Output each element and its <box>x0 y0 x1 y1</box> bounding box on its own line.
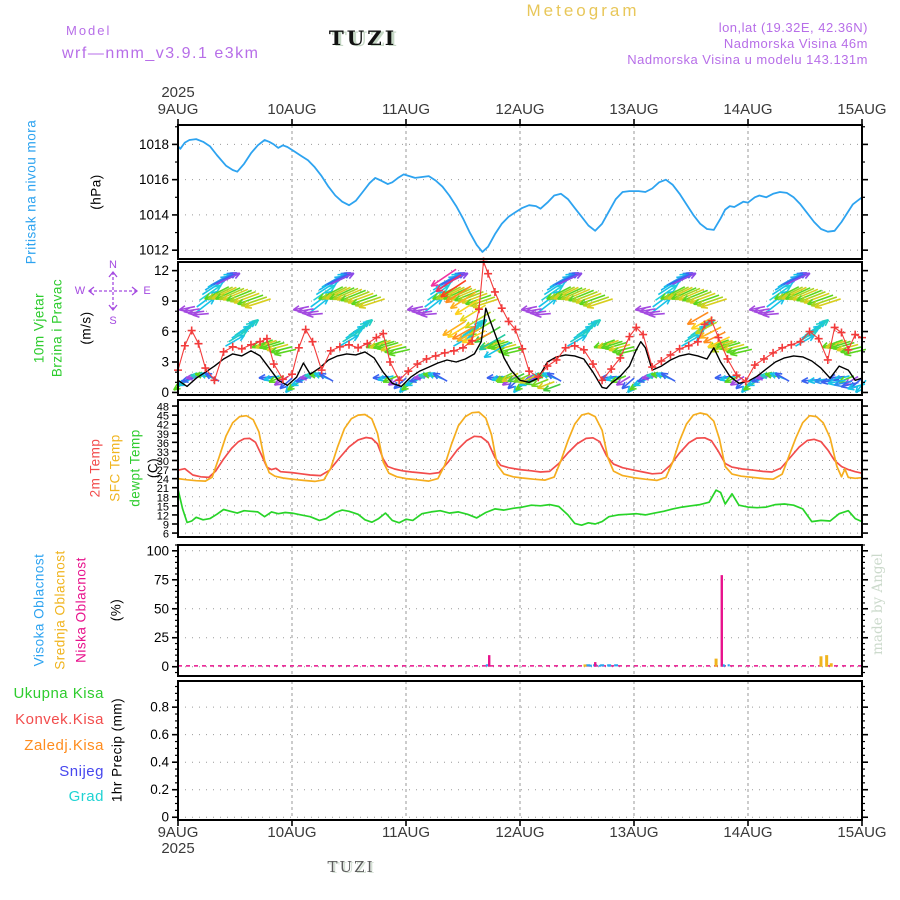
cloud-axis-title-high: Visoka Oblacnost <box>31 553 47 667</box>
footer-station-label: TUZI <box>327 858 375 876</box>
temp-grid <box>178 400 862 537</box>
svg-text:15AUG: 15AUG <box>837 101 886 118</box>
svg-text:48: 48 <box>157 402 169 414</box>
svg-text:12: 12 <box>154 263 169 278</box>
precip-grid <box>178 681 862 820</box>
svg-text:100: 100 <box>146 543 169 558</box>
model-label: Model <box>66 23 112 38</box>
svg-text:3: 3 <box>161 355 169 370</box>
temp-axis-title-sfc: SFC Temp <box>107 434 123 502</box>
svg-text:6: 6 <box>161 324 169 339</box>
svg-text:15AUG: 15AUG <box>837 824 886 841</box>
svg-text:12AUG: 12AUG <box>495 101 544 118</box>
svg-text:1018: 1018 <box>139 137 169 152</box>
svg-text:25: 25 <box>154 630 169 645</box>
pressure-grid <box>178 125 862 259</box>
model-name: wrf—nmm_v3.9.1 e3km <box>62 45 260 62</box>
svg-text:9AUG: 9AUG <box>158 101 199 118</box>
svg-text:1014: 1014 <box>139 207 170 222</box>
cloud-axis-title-low: Niska Oblacnost <box>73 557 89 663</box>
compass-west-label: W <box>74 285 86 297</box>
temp-axis-title-dewpt: dewpt Temp <box>127 429 143 507</box>
wind-axis-unit: (m/s) <box>78 311 94 345</box>
cloud-frame: 0 25 50 75 100 <box>146 543 868 677</box>
cloud-axis-title-mid: Srednja Oblacnost <box>52 550 68 670</box>
meteogram-page: { "header": { "app_title": "Meteogram", … <box>0 0 900 900</box>
cloud-axis-unit: (%) <box>108 598 124 622</box>
svg-text:12AUG: 12AUG <box>495 824 544 841</box>
precip-label-snow: Snijeg <box>59 763 104 780</box>
svg-text:1016: 1016 <box>139 172 169 187</box>
svg-text:0.6: 0.6 <box>150 727 169 742</box>
svg-text:0: 0 <box>161 810 169 825</box>
svg-text:14AUG: 14AUG <box>723 824 772 841</box>
svg-text:50: 50 <box>154 601 169 616</box>
precip-label-total: Ukupna Kisa <box>13 685 104 702</box>
svg-text:2025: 2025 <box>161 840 194 857</box>
svg-text:0.4: 0.4 <box>150 755 169 770</box>
temp-axis-title-2m: 2m Temp <box>87 438 103 498</box>
svg-text:0.8: 0.8 <box>150 700 169 715</box>
precip-frame: 0 0.2 0.4 0.6 0.8 <box>150 680 868 825</box>
page-title: Meteogram <box>526 1 640 20</box>
svg-text:0: 0 <box>161 659 169 674</box>
location-info: lon,lat (19.32E, 42.36N) Nadmorska Visin… <box>627 20 868 68</box>
svg-text:0.2: 0.2 <box>150 782 169 797</box>
wind-axis-title-1: 10m Vjetar <box>31 292 47 364</box>
pressure-frame: 1012 1014 1016 1018 <box>139 124 868 260</box>
svg-text:10AUG: 10AUG <box>267 101 316 118</box>
svg-text:10AUG: 10AUG <box>267 824 316 841</box>
svg-text:13AUG: 13AUG <box>609 824 658 841</box>
elevation-text: Nadmorska Visina 46m <box>723 36 868 51</box>
credit-watermark: made by Angel <box>870 553 886 655</box>
svg-text:9AUG: 9AUG <box>158 824 199 841</box>
precip-label-frozen: Zaledj.Kisa <box>24 737 104 754</box>
wind-axis-title-2: Brzina i Pravac <box>49 278 65 378</box>
svg-text:9: 9 <box>161 294 169 309</box>
temp-axis-unit: (C) <box>145 457 161 479</box>
temp-frame: 6912151821242730333639424548 <box>157 399 868 541</box>
precip-label-hail: Grad <box>68 788 104 805</box>
svg-text:14AUG: 14AUG <box>723 101 772 118</box>
svg-text:11AUG: 11AUG <box>382 824 430 841</box>
lonlat-text: lon,lat (19.32E, 42.36N) <box>718 20 868 35</box>
pressure-axis-title: Pritisak na nivou mora <box>23 119 39 265</box>
svg-text:11AUG: 11AUG <box>382 101 430 118</box>
station-title: TUZI <box>328 26 398 50</box>
precip-label-convective: Konvek.Kisa <box>15 711 104 728</box>
svg-text:0: 0 <box>161 385 169 400</box>
compass-south-label: S <box>109 315 117 327</box>
svg-text:13AUG: 13AUG <box>609 101 658 118</box>
svg-text:2025: 2025 <box>161 84 194 101</box>
wind-compass <box>87 270 139 312</box>
model-elevation-text: Nadmorska Visina u modelu 143.131m <box>627 52 868 67</box>
compass-east-label: E <box>143 285 151 297</box>
cloud-grid <box>178 545 862 676</box>
svg-text:75: 75 <box>154 572 169 587</box>
svg-text:1012: 1012 <box>139 243 169 258</box>
pressure-axis-unit: (hPa) <box>88 174 104 210</box>
precip-axis-unit: 1hr Precip (mm) <box>109 697 125 803</box>
compass-north-label: N <box>109 259 117 271</box>
